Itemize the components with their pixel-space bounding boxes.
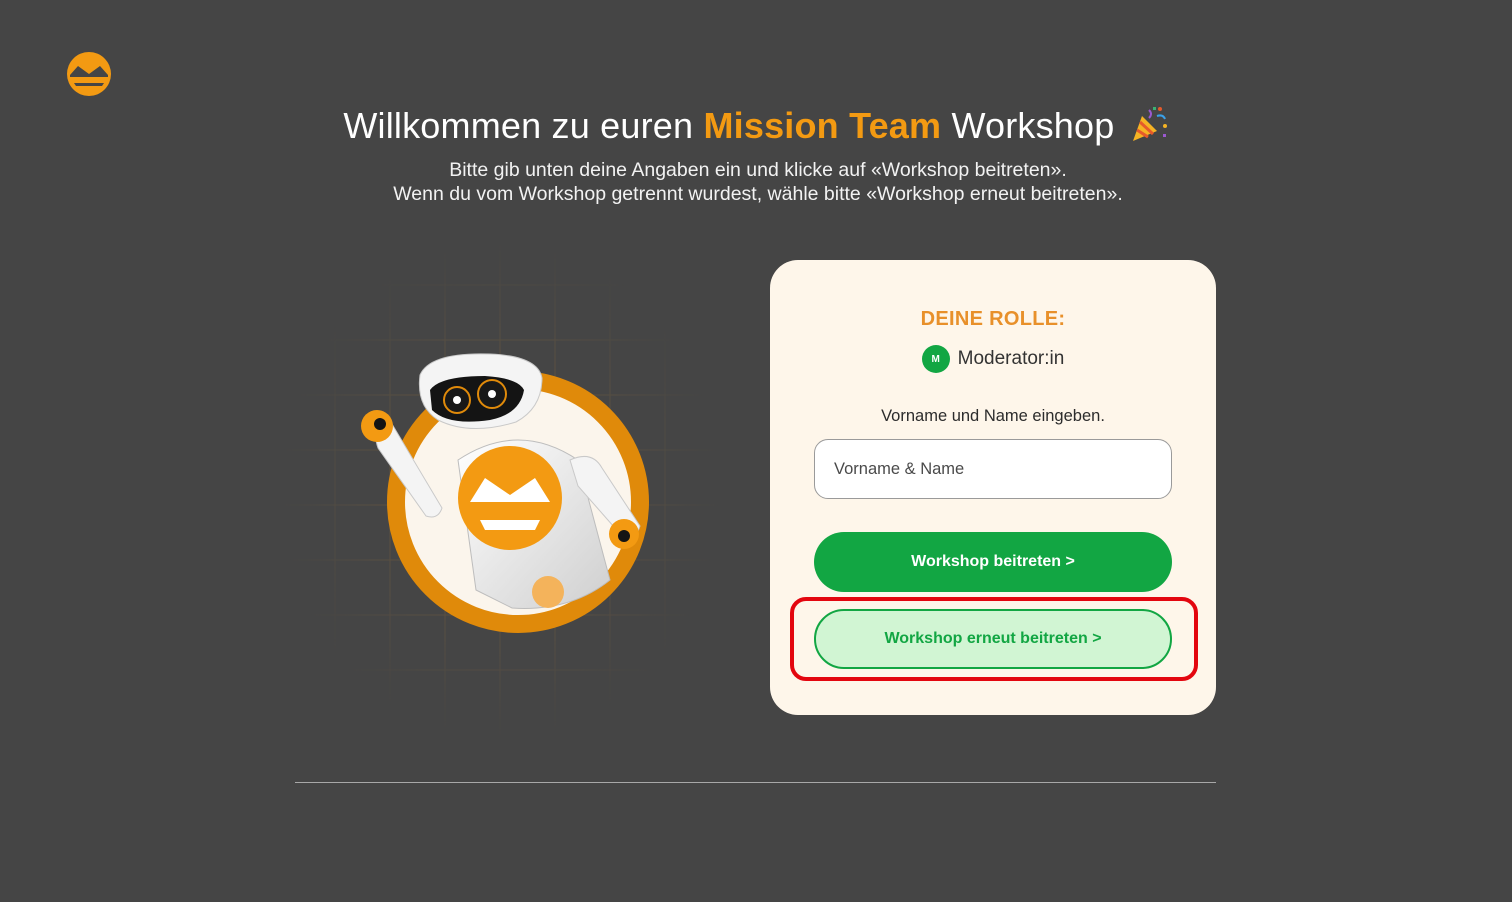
page-title: Willkommen zu euren Mission Team Worksho…: [0, 104, 1512, 147]
title-prefix: Willkommen zu euren: [343, 105, 694, 146]
waving-robot-illustration: [280, 240, 720, 740]
mission-team-logo-icon[interactable]: [66, 51, 112, 97]
role-title: DEINE ROLLE:: [920, 308, 1066, 330]
instruction-line-2: Wenn du vom Workshop getrennt wurdest, w…: [393, 183, 1123, 205]
join-workshop-button[interactable]: Workshop beitreten >: [814, 532, 1172, 592]
title-suffix: Workshop: [951, 105, 1115, 146]
rejoin-highlight-outline: [790, 597, 1198, 681]
name-input[interactable]: [814, 439, 1172, 499]
instruction-line-1: Bitte gib unten deine Angaben ein und kl…: [449, 159, 1067, 181]
party-popper-icon: [1132, 107, 1167, 141]
name-label: Vorname und Name eingeben.: [881, 407, 1105, 425]
role-badge-icon: M: [921, 345, 950, 373]
join-workshop-label: Workshop beitreten >: [911, 553, 1075, 570]
divider: [295, 782, 1216, 783]
role-row: M Moderator:in: [770, 345, 1216, 373]
title-brand: Mission Team: [703, 105, 942, 146]
role-name: Moderator:in: [957, 348, 1065, 369]
